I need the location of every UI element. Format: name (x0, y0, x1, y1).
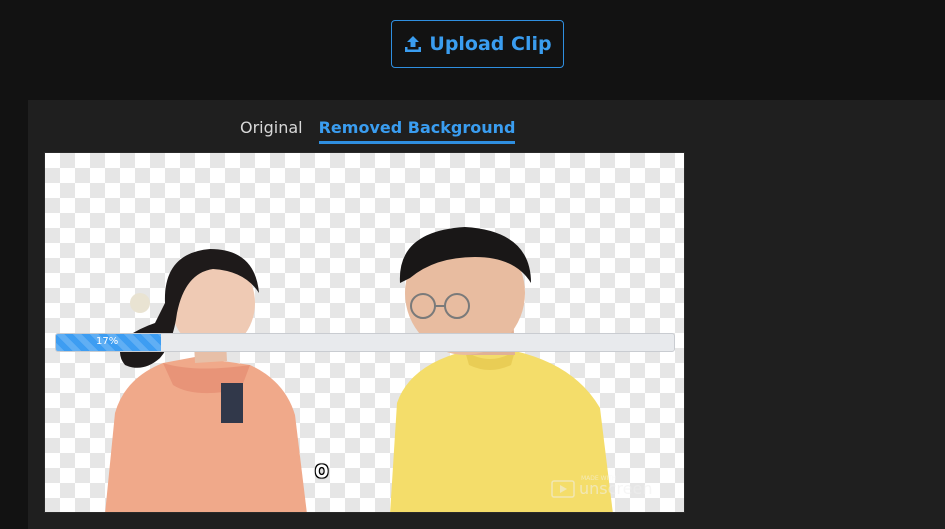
video-preview: 17% 𝗈 MADE WITH unscreen (44, 152, 685, 513)
processing-progress-bar: 17% (55, 333, 675, 352)
play-icon (551, 479, 575, 498)
tab-original[interactable]: Original (240, 118, 303, 144)
watermark-made-with: MADE WITH (581, 475, 617, 482)
app-root: Upload Clip Original Removed Background (0, 0, 945, 529)
upload-clip-label: Upload Clip (429, 33, 552, 55)
view-tabs: Original Removed Background (240, 118, 516, 144)
upload-clip-button[interactable]: Upload Clip (391, 20, 564, 68)
preview-panel: Original Removed Background 17% 𝗈 MADE W… (28, 100, 945, 529)
tab-removed-background[interactable]: Removed Background (318, 118, 516, 144)
progress-percent: 17% (96, 336, 119, 347)
upload-icon (403, 34, 423, 54)
video-subtitle: 𝗈 (315, 458, 331, 483)
unscreen-watermark: MADE WITH unscreen (551, 475, 652, 498)
